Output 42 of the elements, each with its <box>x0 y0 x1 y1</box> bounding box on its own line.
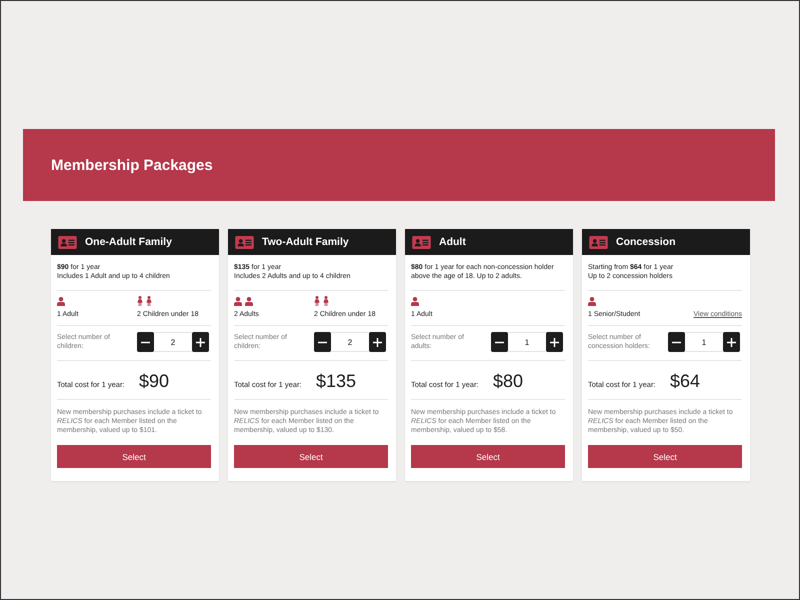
person-icon <box>234 297 242 306</box>
increment-button[interactable] <box>723 332 740 352</box>
increment-button[interactable] <box>192 332 209 352</box>
package-title: Concession <box>616 236 676 248</box>
quantity-field[interactable]: 2 <box>154 332 192 352</box>
select-button[interactable]: Select <box>234 445 388 468</box>
decrement-button[interactable] <box>137 332 154 352</box>
id-card-icon <box>58 236 77 248</box>
banner-title: Membership Packages <box>51 156 213 174</box>
plus-icon <box>196 338 205 346</box>
plus-icon <box>373 338 382 346</box>
id-card-icon <box>412 236 431 248</box>
child-icon <box>137 296 143 306</box>
person-icon <box>57 297 65 306</box>
plus-icon <box>550 338 559 346</box>
package-title: Two-Adult Family <box>262 236 349 248</box>
package-title: Adult <box>439 236 466 248</box>
total-price: $80 <box>492 371 524 392</box>
quantity-field[interactable]: 1 <box>508 332 546 352</box>
total-price: $64 <box>669 371 702 392</box>
increment-button[interactable] <box>546 332 563 352</box>
decrement-button[interactable] <box>491 332 508 352</box>
quantity-field[interactable]: 1 <box>685 332 723 352</box>
increment-button[interactable] <box>369 332 386 352</box>
person-icon <box>245 297 253 306</box>
select-button[interactable]: Select <box>588 445 742 468</box>
decrement-button[interactable] <box>668 332 685 352</box>
person-icon <box>411 297 419 306</box>
decrement-button[interactable] <box>314 332 331 352</box>
select-button[interactable]: Select <box>411 445 565 468</box>
quantity-field[interactable]: 2 <box>331 332 369 352</box>
select-button[interactable]: Select <box>57 445 211 468</box>
id-card-icon <box>589 236 608 248</box>
total-price: $135 <box>315 371 358 392</box>
total-price: $90 <box>138 371 170 392</box>
child-icon <box>323 296 329 306</box>
id-card-icon <box>235 236 254 248</box>
package-title: One-Adult Family <box>85 236 172 248</box>
child-icon <box>146 296 152 306</box>
plus-icon <box>727 338 736 346</box>
person-icon <box>588 297 596 306</box>
child-icon <box>314 296 320 306</box>
